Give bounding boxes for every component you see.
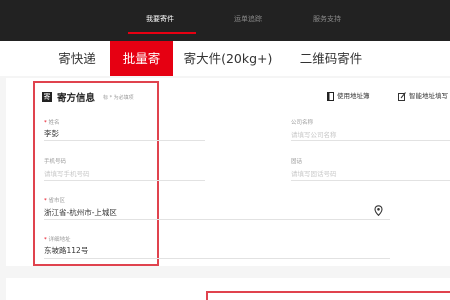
tab-bar: 寄快递 批量寄 寄大件(20kg+) 二维码寄件 <box>0 41 450 76</box>
edit-icon <box>398 91 406 101</box>
phone-underline <box>44 180 205 181</box>
tab-express[interactable]: 寄快递 <box>38 41 116 76</box>
address-label: * 详细地址 <box>44 237 71 243</box>
company-label: 公司名称 <box>291 120 314 126</box>
nav-active-indicator <box>128 32 196 34</box>
address-book-label: 使用地址簿 <box>337 92 370 100</box>
region-label: * 省市区 <box>44 198 66 204</box>
tel-underline <box>291 180 450 181</box>
region-field[interactable]: 浙江省-杭州市-上城区 <box>44 207 117 218</box>
name-label: * 姓名 <box>44 120 60 126</box>
company-field[interactable]: 请填写公司名称 <box>291 129 337 139</box>
smart-fill-button[interactable]: 智能地址填写 <box>398 90 448 101</box>
smart-fill-label: 智能地址填写 <box>409 92 448 100</box>
nav-item-track[interactable]: 运单追踪 <box>234 14 262 24</box>
required-hint: 标 * 为必填项 <box>103 95 134 101</box>
tab-qrcode[interactable]: 二维码寄件 <box>285 41 377 76</box>
top-nav: 我要寄件 运单追踪 服务支持 <box>0 0 450 41</box>
address-book-button[interactable]: 使用地址簿 <box>327 90 370 101</box>
sender-section-title: 寄方信息 <box>57 93 96 104</box>
address-field[interactable]: 东坡路112号 <box>44 245 88 256</box>
name-field[interactable]: 李彭 <box>44 128 59 139</box>
company-underline <box>291 140 450 141</box>
tel-label: 固话 <box>291 159 303 165</box>
address-book-icon <box>327 91 334 101</box>
region-underline <box>44 219 390 220</box>
address-underline <box>44 258 390 259</box>
tab-large-item[interactable]: 寄大件(20kg+) <box>176 41 280 76</box>
phone-field[interactable]: 请填写手机号码 <box>44 168 90 178</box>
highlight-box-bottom <box>206 291 450 300</box>
phone-label: 手机号码 <box>44 159 67 165</box>
nav-item-send[interactable]: 我要寄件 <box>146 14 174 24</box>
nav-item-support[interactable]: 服务支持 <box>313 14 341 24</box>
location-pin-icon[interactable] <box>374 205 383 216</box>
name-underline <box>44 140 205 141</box>
tab-batch[interactable]: 批量寄 <box>110 41 173 76</box>
tel-field[interactable]: 请填写固话号码 <box>291 168 337 178</box>
sender-section-icon: 寄 <box>42 92 52 102</box>
